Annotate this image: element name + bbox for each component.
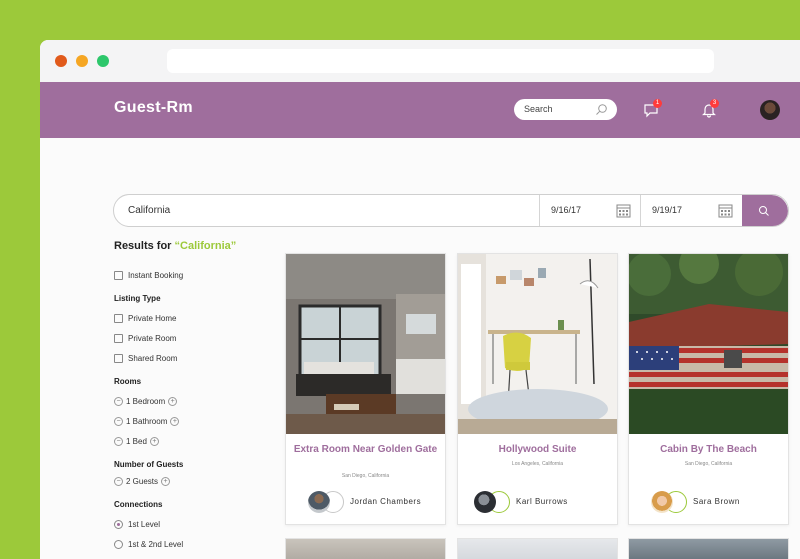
listing-host: Karl Burrows xyxy=(474,490,614,514)
decrement-button[interactable]: − xyxy=(114,396,123,406)
results-query: “California” xyxy=(174,240,237,252)
listing-location: San Diego, California xyxy=(684,461,733,467)
search-button[interactable] xyxy=(742,195,788,226)
listing-card[interactable] xyxy=(628,538,789,559)
host-name[interactable]: Sara Brown xyxy=(693,497,740,506)
stepper-value: 1 Bedroom xyxy=(126,396,166,406)
host-name[interactable]: Jordan Chambers xyxy=(350,497,421,506)
main-content: California 9/16/17 9/19/17 Results for “… xyxy=(40,138,800,559)
stepper-value: 1 Bathroom xyxy=(126,416,168,426)
location-input[interactable]: California xyxy=(128,205,170,216)
minimize-window-button[interactable] xyxy=(76,55,88,67)
check-in-input[interactable]: 9/16/17 xyxy=(551,205,581,215)
host-name[interactable]: Karl Burrows xyxy=(516,497,568,506)
listing-type-private-home[interactable]: Private Home xyxy=(114,308,274,328)
decrement-button[interactable]: − xyxy=(114,476,123,486)
listing-photo xyxy=(629,254,788,434)
radio-button[interactable] xyxy=(114,519,123,529)
stepper-value: 2 Guests xyxy=(126,476,159,486)
connections-heading: Connections xyxy=(114,500,163,509)
listing-type-heading: Listing Type xyxy=(114,294,161,303)
listing-photo xyxy=(286,254,445,434)
listing-location: Los Angeles, California xyxy=(511,461,564,467)
filter-label: 1st Level xyxy=(128,519,161,529)
checkbox[interactable] xyxy=(114,270,123,280)
listing-type-private-room[interactable]: Private Room xyxy=(114,328,274,348)
radio-button[interactable] xyxy=(114,539,123,549)
listing-location: San Diego, California xyxy=(341,473,390,479)
listing-search-bar: California 9/16/17 9/19/17 xyxy=(113,194,789,227)
search-icon xyxy=(759,206,769,216)
browser-window: Guest-Rm Search 1 3 California 9/16/17 9… xyxy=(40,40,800,559)
chat-notification-badge: 1 xyxy=(653,99,662,108)
increment-button[interactable]: + xyxy=(170,416,180,426)
bedrooms-stepper: −1 Bedroom + xyxy=(114,391,274,411)
maximize-window-button[interactable] xyxy=(97,55,109,67)
listing-host: Jordan Chambers xyxy=(308,490,448,514)
listing-title[interactable]: Extra Room Near Golden Gate xyxy=(292,444,439,456)
checkbox[interactable] xyxy=(114,353,123,363)
filters-panel: Results for “California” Instant Booking… xyxy=(114,240,274,554)
listing-type-shared-room[interactable]: Shared Room xyxy=(114,348,274,368)
filter-label: Private Home xyxy=(128,313,177,323)
decrement-button[interactable]: − xyxy=(114,436,123,446)
header-search-placeholder: Search xyxy=(524,104,553,114)
host-avatar[interactable] xyxy=(474,491,496,513)
results-title: Results for “California” xyxy=(114,240,274,252)
decrement-button[interactable]: − xyxy=(114,416,123,426)
divider xyxy=(539,195,540,226)
increment-button[interactable]: + xyxy=(161,476,171,486)
guests-stepper: −2 Guests + xyxy=(114,474,274,488)
address-bar[interactable] xyxy=(167,49,714,73)
guests-heading: Number of Guests xyxy=(114,460,184,469)
instant-booking-filter[interactable]: Instant Booking xyxy=(114,265,274,285)
divider xyxy=(640,195,641,226)
header-search-input[interactable]: Search xyxy=(514,99,617,120)
listing-host: Sara Brown xyxy=(651,490,791,514)
checkbox[interactable] xyxy=(114,333,123,343)
increment-button[interactable]: + xyxy=(149,436,159,446)
host-avatar[interactable] xyxy=(651,491,673,513)
listing-card[interactable] xyxy=(285,538,446,559)
connection-1st-2nd-level[interactable]: 1st & 2nd Level xyxy=(114,534,274,554)
app-header: Guest-Rm Search 1 3 xyxy=(40,82,800,138)
listing-card[interactable]: Cabin By The Beach San Diego, California… xyxy=(628,253,789,525)
bathrooms-stepper: −1 Bathroom + xyxy=(114,411,274,431)
user-avatar[interactable] xyxy=(760,100,780,120)
listing-photo xyxy=(458,254,617,434)
check-out-input[interactable]: 9/19/17 xyxy=(652,205,682,215)
results-prefix: Results for xyxy=(114,240,175,252)
listing-card[interactable]: Extra Room Near Golden Gate San Diego, C… xyxy=(285,253,446,525)
bell-notification-badge: 3 xyxy=(710,99,719,108)
beds-stepper: −1 Bed + xyxy=(114,431,274,451)
listing-title[interactable]: Hollywood Suite xyxy=(464,444,611,456)
host-avatar[interactable] xyxy=(308,491,330,513)
search-icon[interactable] xyxy=(595,103,608,116)
increment-button[interactable]: + xyxy=(168,396,178,406)
filter-label: Instant Booking xyxy=(128,270,184,280)
checkbox[interactable] xyxy=(114,313,123,323)
filter-label: Shared Room xyxy=(128,353,178,363)
connection-1st-level[interactable]: 1st Level xyxy=(114,514,274,534)
listing-title[interactable]: Cabin By The Beach xyxy=(635,444,782,456)
stepper-value: 1 Bed xyxy=(126,436,147,446)
listing-card[interactable] xyxy=(457,538,618,559)
calendar-icon[interactable] xyxy=(616,203,631,218)
listing-card[interactable]: Hollywood Suite Los Angeles, California … xyxy=(457,253,618,525)
app-logo[interactable]: Guest-Rm xyxy=(114,99,193,117)
rooms-heading: Rooms xyxy=(114,377,142,386)
filter-label: Private Room xyxy=(128,333,177,343)
filter-label: 1st & 2nd Level xyxy=(128,539,184,549)
close-window-button[interactable] xyxy=(55,55,67,67)
calendar-icon[interactable] xyxy=(718,203,733,218)
browser-chrome xyxy=(40,40,800,82)
